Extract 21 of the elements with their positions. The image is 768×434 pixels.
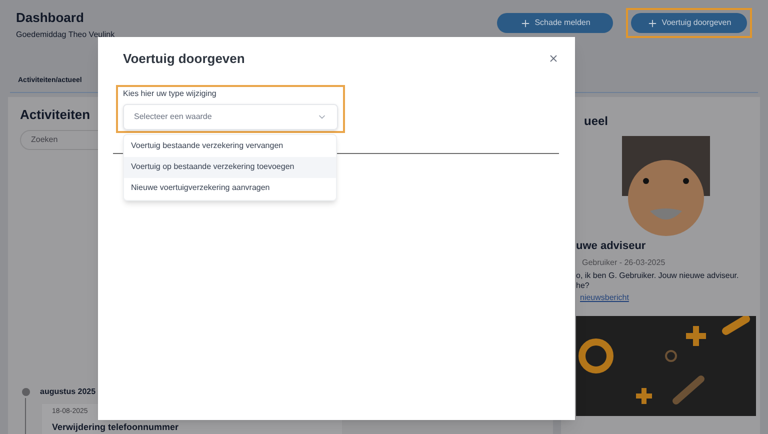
action-button[interactable]: Schade melden [497, 13, 613, 33]
news-meta: Gebruiker - 26-03-2025 [581, 256, 666, 268]
close-button[interactable] [548, 53, 559, 64]
dropdown-option[interactable]: Nieuwe voertuigverzekering aanvragen [124, 178, 336, 198]
page-title: Dashboard [16, 9, 85, 27]
select-field[interactable]: Selecteer een waarde [123, 104, 338, 130]
action-button[interactable]: Voertuig doorgeven [631, 13, 747, 33]
news-heading: uwe adviseur [576, 239, 647, 254]
greeting-text: Goedemiddag Theo Veulink [16, 30, 115, 40]
section-title: ueel [583, 113, 610, 130]
plus-icon [646, 18, 658, 28]
dropdown-option[interactable]: Voertuig op bestaande verzekering toevoegen [124, 156, 336, 178]
section-title: Activiteiten [20, 106, 90, 124]
modal-title: Voertuig doorgeven [123, 50, 245, 68]
news-link[interactable]: nieuwsbericht [576, 292, 756, 304]
entry-title: Verwijdering telefoonnummer [52, 420, 180, 434]
dropdown-option[interactable]: Voertuig bestaande verzekering vervangen [124, 136, 336, 156]
month-text: augustus 2025 [40, 386, 96, 398]
field-label: Kies hier uw type wijziging [123, 88, 218, 100]
news-text: o, ik ben G. Gebruiker. Jouw nieuwe adviseur. he? [576, 270, 740, 290]
plus-icon [520, 18, 531, 28]
